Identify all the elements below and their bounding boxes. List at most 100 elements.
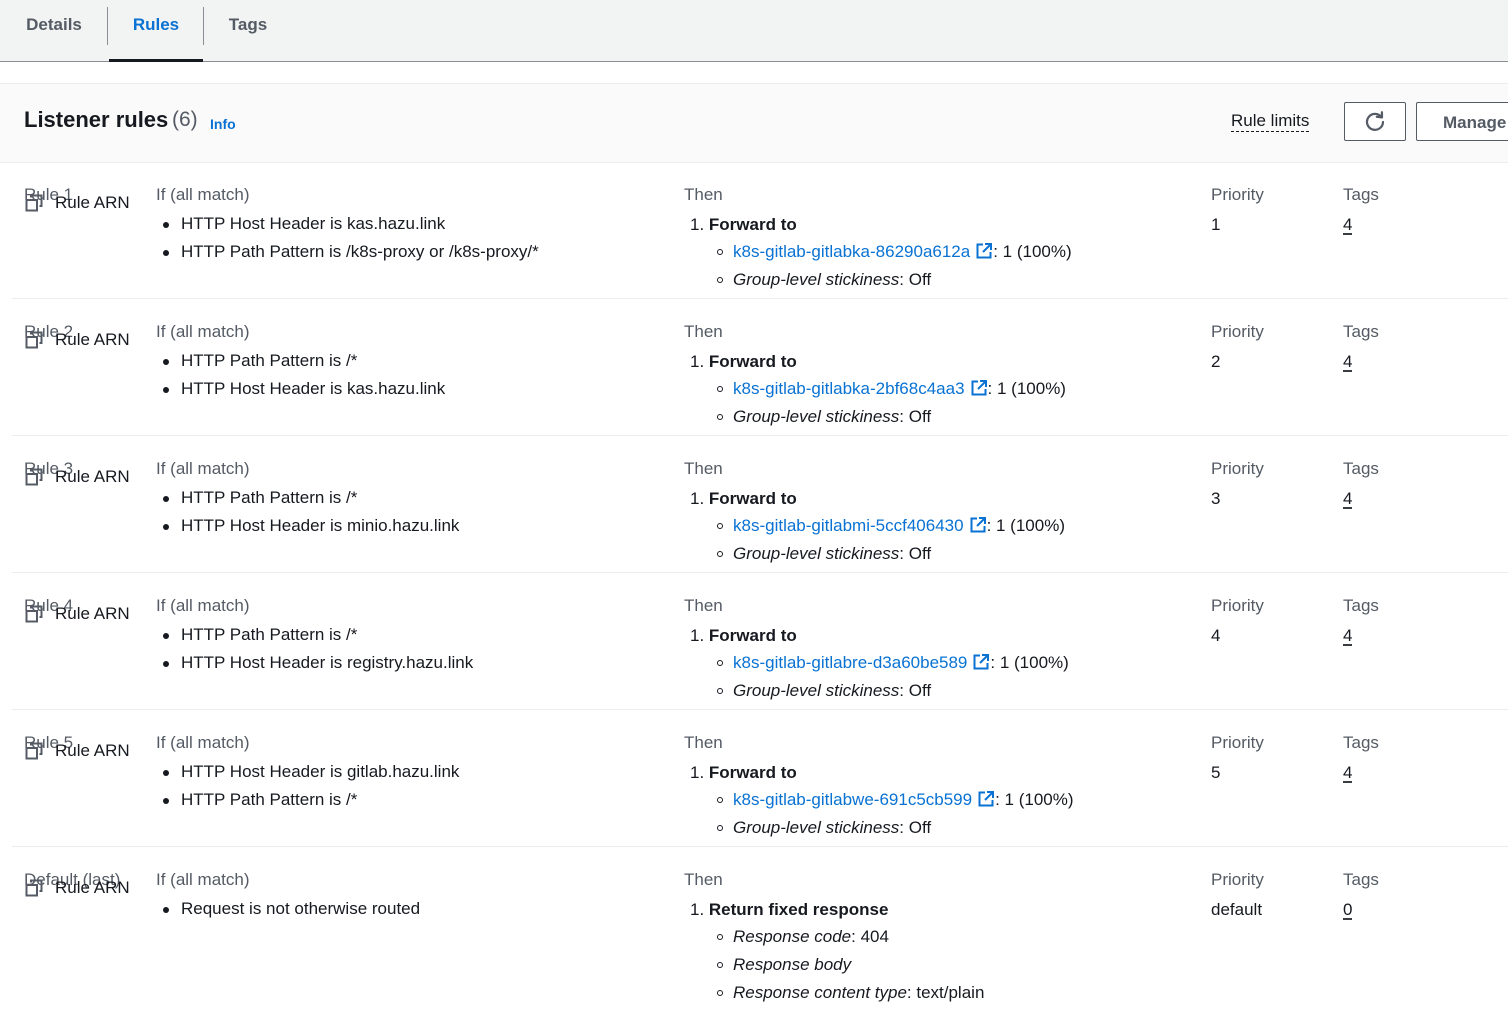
conditions-list: HTTP Host Header is kas.hazu.link HTTP Pa… (156, 210, 539, 266)
stickiness-value: : Off (899, 270, 932, 289)
conditions-list: HTTP Path Pattern is /* HTTP Host Header … (156, 484, 459, 540)
action-details: k8s-gitlab-gitlabka-2bf68c4aa3: 1 (100%)… (684, 375, 1066, 431)
tags-column-label: Tags (1343, 185, 1379, 204)
tab-tags[interactable]: Tags (226, 0, 270, 61)
action-block: 1. Forward to k8s-gitlab-gitlabka-86290a6… (690, 212, 1072, 294)
action-title: 1. Forward to (690, 489, 797, 508)
response-detail-item: Response code: 404 (684, 923, 984, 951)
tags-column-label: Tags (1343, 322, 1379, 341)
copy-rule-arn-button[interactable]: Rule ARN (24, 328, 130, 352)
refresh-icon (1365, 111, 1385, 131)
stickiness-label: Group-level stickiness (733, 270, 900, 289)
external-link-icon (973, 654, 990, 670)
copy-icon (25, 468, 43, 486)
priority-column-label: Priority (1211, 733, 1264, 752)
stickiness-value: : Off (899, 544, 932, 563)
if-column-label: If (all match) (156, 596, 250, 615)
rule-arn-label: Rule ARN (55, 193, 130, 212)
if-column-label: If (all match) (156, 185, 250, 204)
then-column-label: Then (684, 596, 723, 615)
condition-item: HTTP Path Pattern is /* (156, 621, 473, 649)
info-link[interactable]: Info (210, 116, 236, 132)
tags-column-label: Tags (1343, 459, 1379, 478)
action-block: 1. Forward to k8s-gitlab-gitlabre-d3a60be… (690, 623, 1069, 705)
priority-column-label: Priority (1211, 185, 1264, 204)
target-weight: : 1 (100%) (995, 790, 1074, 809)
rule-row: Rule 2 Rule ARN If (all match) HTTP Path Pa… (0, 299, 1508, 436)
action-type: Forward to (708, 352, 797, 371)
condition-item: HTTP Host Header is kas.hazu.link (156, 375, 445, 403)
condition-item: HTTP Path Pattern is /* (156, 786, 459, 814)
page-title: Listener rules (24, 107, 169, 132)
tags-count-link[interactable]: 4 (1343, 214, 1352, 236)
action-details: k8s-gitlab-gitlabka-86290a612a: 1 (100%)… (684, 238, 1072, 294)
if-column-label: If (all match) (156, 733, 250, 752)
listener-rules-header: Listener rules (6) Info Rule limits Mana… (0, 83, 1508, 163)
target-group-link[interactable]: k8s-gitlab-gitlabre-d3a60be589 (733, 653, 990, 672)
action-type: Return fixed response (708, 900, 889, 919)
response-detail-label: Response body (733, 955, 852, 974)
response-detail-item: Response body (684, 951, 984, 979)
rule-row: Rule 3 Rule ARN If (all match) HTTP Path Pa… (0, 436, 1508, 573)
tags-column-label: Tags (1343, 733, 1379, 752)
stickiness-label: Group-level stickiness (733, 681, 900, 700)
tags-count-link[interactable]: 4 (1343, 351, 1352, 373)
priority-value: 4 (1211, 626, 1221, 645)
tab-rules[interactable]: Rules (109, 0, 203, 62)
target-group-link[interactable]: k8s-gitlab-gitlabka-86290a612a (733, 242, 993, 261)
copy-icon (25, 331, 43, 349)
manage-rules-button[interactable]: Manage rules (1416, 102, 1508, 141)
response-detail-label: Response content type (733, 983, 907, 1002)
rule-row: Rule 1 Rule ARN If (all match) HTTP Host He… (0, 162, 1508, 299)
tags-count-link[interactable]: 0 (1343, 899, 1352, 921)
conditions-list: Request is not otherwise routed (156, 895, 420, 923)
target-group-link[interactable]: k8s-gitlab-gitlabmi-5ccf406430 (733, 516, 987, 535)
if-column-label: If (all match) (156, 870, 250, 889)
copy-icon (25, 194, 43, 212)
condition-item: HTTP Path Pattern is /k8s-proxy or /k8s-… (156, 238, 539, 266)
tags-column-label: Tags (1343, 596, 1379, 615)
action-type: Forward to (708, 763, 797, 782)
target-group-item: k8s-gitlab-gitlabmi-5ccf406430: 1 (100%) (684, 512, 1065, 540)
rule-arn-label: Rule ARN (55, 330, 130, 349)
stickiness-item: Group-level stickiness: Off (684, 540, 1065, 568)
target-weight: : 1 (100%) (986, 516, 1065, 535)
priority-value: 2 (1211, 352, 1221, 371)
stickiness-label: Group-level stickiness (733, 818, 900, 837)
action-title: 1. Forward to (690, 626, 797, 645)
rule-limits-link[interactable]: Rule limits (1231, 111, 1310, 132)
response-detail-value: : 404 (851, 927, 889, 946)
tab-details[interactable]: Details (24, 0, 84, 61)
conditions-list: HTTP Host Header is gitlab.hazu.link HTTP… (156, 758, 459, 814)
priority-column-label: Priority (1211, 322, 1264, 341)
action-title: 1. Forward to (690, 763, 797, 782)
condition-item: HTTP Host Header is minio.hazu.link (156, 512, 459, 540)
tags-count-link[interactable]: 4 (1343, 488, 1352, 510)
response-detail-label: Response code (733, 927, 852, 946)
action-type: Forward to (708, 626, 797, 645)
target-weight: : 1 (100%) (987, 379, 1066, 398)
copy-rule-arn-button[interactable]: Rule ARN (24, 602, 130, 626)
copy-rule-arn-button[interactable]: Rule ARN (24, 739, 130, 763)
action-title: 1. Forward to (690, 215, 797, 234)
response-detail-value: : text/plain (906, 983, 985, 1002)
if-column-label: If (all match) (156, 322, 250, 341)
target-group-link[interactable]: k8s-gitlab-gitlabwe-691c5cb599 (733, 790, 995, 809)
condition-item: HTTP Path Pattern is /* (156, 484, 459, 512)
tags-count-link[interactable]: 4 (1343, 762, 1352, 784)
target-group-link[interactable]: k8s-gitlab-gitlabka-2bf68c4aa3 (733, 379, 988, 398)
copy-rule-arn-button[interactable]: Rule ARN (24, 191, 130, 215)
stickiness-item: Group-level stickiness: Off (684, 403, 1066, 431)
copy-rule-arn-button[interactable]: Rule ARN (24, 876, 130, 900)
action-details: k8s-gitlab-gitlabwe-691c5cb599: 1 (100%)… (684, 786, 1074, 842)
stickiness-value: : Off (899, 681, 932, 700)
then-column-label: Then (684, 185, 723, 204)
target-weight: : 1 (100%) (993, 242, 1072, 261)
copy-rule-arn-button[interactable]: Rule ARN (24, 465, 130, 489)
rule-row: Rule 4 Rule ARN If (all match) HTTP Path Pa… (0, 573, 1508, 710)
action-block: 1. Forward to k8s-gitlab-gitlabka-2bf68c4… (690, 349, 1066, 431)
condition-item: HTTP Path Pattern is /* (156, 347, 445, 375)
then-column-label: Then (684, 322, 723, 341)
tags-count-link[interactable]: 4 (1343, 625, 1352, 647)
refresh-button[interactable] (1344, 102, 1406, 141)
